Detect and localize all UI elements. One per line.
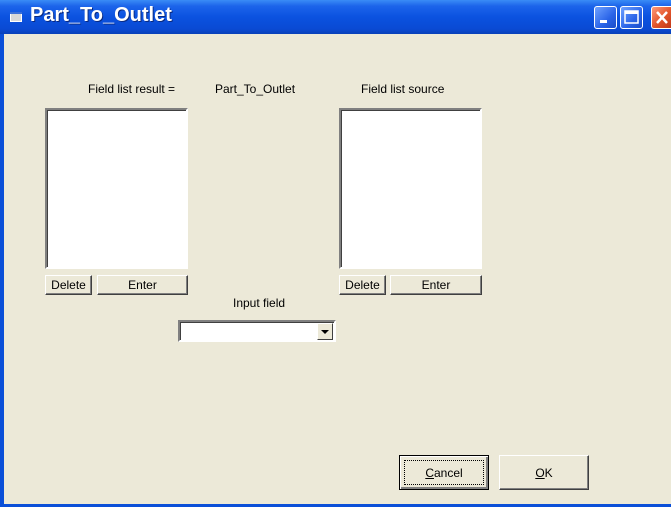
ok-accelerator: O bbox=[535, 465, 545, 480]
input-field-label: Input field bbox=[233, 296, 286, 310]
input-field-dropdown-button[interactable] bbox=[317, 323, 333, 340]
title-bar[interactable]: Part_To_Outlet bbox=[0, 0, 671, 34]
field-list-source-label: Field list source bbox=[361, 82, 445, 96]
close-button[interactable] bbox=[651, 6, 671, 29]
enter-source-button[interactable]: Enter bbox=[390, 275, 482, 295]
enter-result-button[interactable]: Enter bbox=[97, 275, 188, 295]
dialog-window: Part_To_Outlet Field list result = Part_… bbox=[0, 0, 671, 507]
input-field-combobox[interactable] bbox=[178, 320, 336, 342]
dropdown-arrow-icon bbox=[321, 330, 329, 334]
window-icon bbox=[10, 12, 22, 22]
close-icon bbox=[656, 11, 668, 24]
cancel-focus-ring bbox=[404, 460, 484, 485]
ok-button[interactable]: OK bbox=[499, 455, 589, 490]
minimize-button[interactable] bbox=[594, 6, 617, 29]
delete-source-button[interactable]: Delete bbox=[339, 275, 386, 295]
dialog-client-area: Field list result = Part_To_Outlet Field… bbox=[4, 34, 671, 504]
window-title: Part_To_Outlet bbox=[30, 4, 172, 26]
maximize-icon bbox=[624, 10, 639, 24]
maximize-button[interactable] bbox=[620, 6, 643, 29]
minimize-icon bbox=[600, 20, 607, 23]
delete-result-button[interactable]: Delete bbox=[45, 275, 92, 295]
cancel-button[interactable]: Cancel bbox=[399, 455, 489, 490]
part-name-label: Part_To_Outlet bbox=[215, 82, 296, 96]
field-list-source-listbox[interactable] bbox=[339, 108, 482, 269]
field-list-result-listbox[interactable] bbox=[45, 108, 188, 269]
ok-label: K bbox=[544, 465, 553, 480]
field-list-result-label: Field list result = bbox=[88, 82, 176, 96]
